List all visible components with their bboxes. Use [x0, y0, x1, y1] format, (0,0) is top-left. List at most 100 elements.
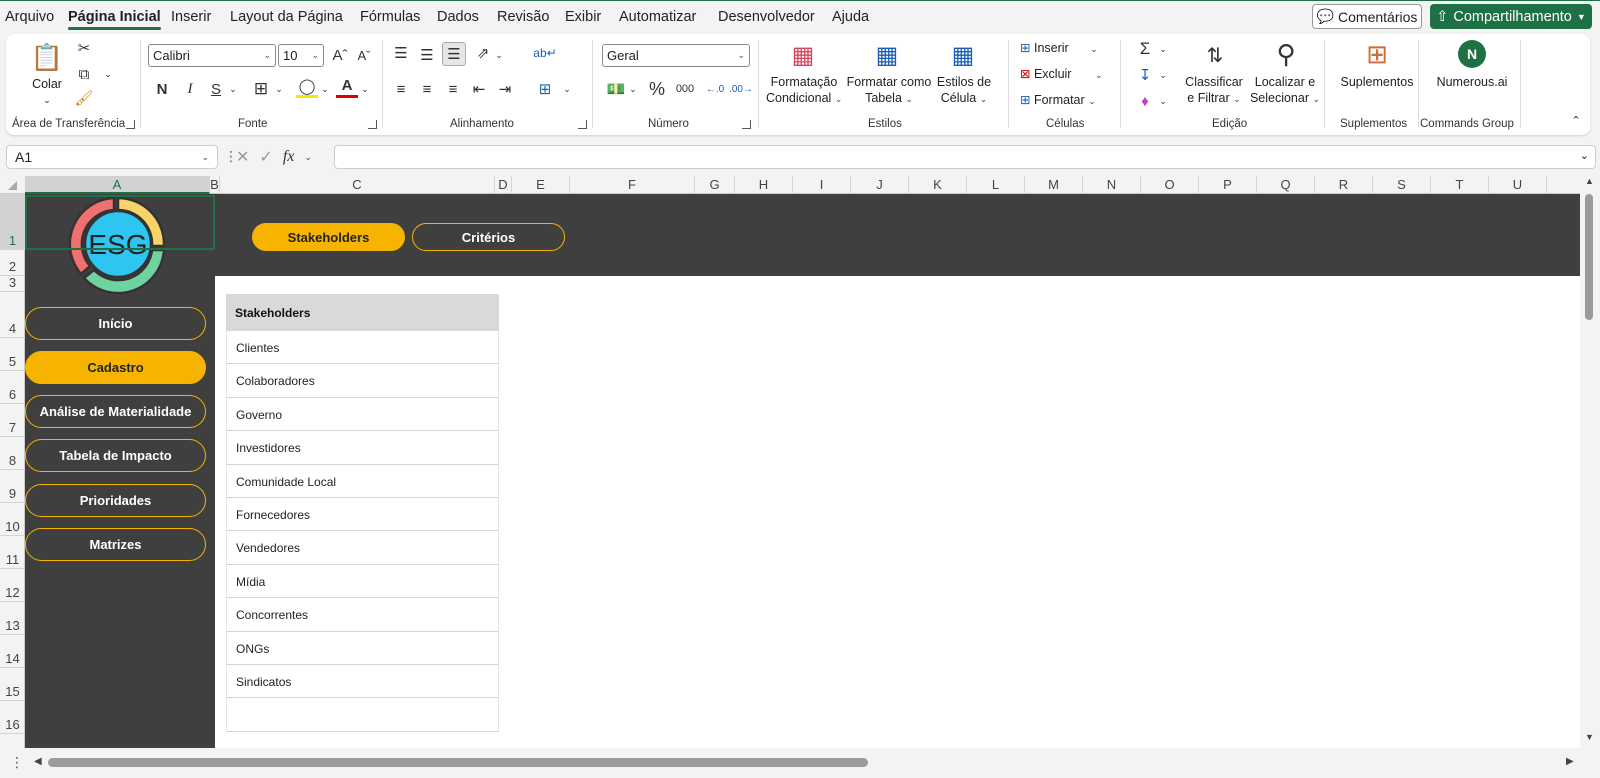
thousands-separator-button[interactable]: 000 [672, 78, 698, 100]
scroll-left-icon[interactable]: ◀ [34, 756, 42, 767]
row-header-2[interactable]: 2 [0, 250, 25, 276]
table-row[interactable]: Comunidade Local [226, 464, 499, 498]
chevron-down-icon[interactable]: ⌄ [320, 78, 330, 100]
font-color-icon[interactable]: A [336, 76, 358, 98]
format-cells-button[interactable]: ⊞ Formatar ⌄ [1020, 92, 1096, 109]
formula-input[interactable]: ⌄ [334, 145, 1596, 169]
row-header-8[interactable]: 8 [0, 437, 25, 470]
dialog-launcher-icon[interactable] [126, 120, 135, 129]
delete-cells-button[interactable]: ⊠ Excluir ⌄ [1020, 66, 1103, 83]
numerous-ai-icon[interactable]: N [1458, 40, 1486, 68]
find-select-button[interactable]: Localizar e Selecionar ⌄ [1246, 74, 1324, 107]
format-as-table-icon[interactable]: ▦ [872, 40, 902, 70]
align-center-icon[interactable]: ≡ [416, 78, 438, 100]
table-row[interactable]: Vendedores [226, 531, 499, 565]
addins-icon[interactable]: ⊞ [1361, 38, 1393, 70]
chevron-down-icon[interactable]: ⌄ [228, 78, 238, 100]
row-header-7[interactable]: 7 [0, 404, 25, 437]
row-header-11[interactable]: 11 [0, 536, 25, 569]
column-header-a[interactable]: A [25, 176, 210, 194]
underline-button[interactable]: S [206, 78, 226, 100]
table-row[interactable]: Mídia [226, 564, 499, 599]
decrease-decimal-icon[interactable]: .00→ [729, 78, 753, 100]
dialog-launcher-icon[interactable] [742, 120, 751, 129]
column-header-j[interactable]: J [851, 176, 909, 194]
font-size-select[interactable]: 10 ⌄ [278, 44, 324, 67]
row-header-16[interactable]: 16 [0, 701, 25, 734]
nav-button-1[interactable]: Cadastro [25, 351, 206, 384]
conditional-formatting-button[interactable]: Formatação Condicional ⌄ [766, 74, 842, 107]
sort-filter-icon[interactable]: ⇅ [1198, 38, 1232, 72]
column-header-u[interactable]: U [1489, 176, 1547, 194]
menu-exibir[interactable]: Exibir [565, 9, 601, 25]
addins-button[interactable]: Suplementos [1334, 74, 1420, 90]
decrease-indent-icon[interactable]: ⇤ [468, 78, 490, 100]
row-header-13[interactable]: 13 [0, 602, 25, 635]
format-painter-icon[interactable]: 🖌 [74, 88, 94, 108]
merge-center-icon[interactable]: ⊞ [534, 78, 556, 100]
copy-icon[interactable]: ⧉ [74, 64, 94, 84]
cell-styles-icon[interactable]: ▦ [948, 40, 978, 70]
sort-filter-button[interactable]: Classificar e Filtrar ⌄ [1182, 74, 1246, 107]
column-header-t[interactable]: T [1431, 176, 1489, 194]
menu-layout-pagina[interactable]: Layout da Página [230, 9, 343, 25]
enter-icon[interactable]: ✓ [259, 147, 272, 167]
column-header-r[interactable]: R [1315, 176, 1373, 194]
column-header-g[interactable]: G [695, 176, 735, 194]
nav-button-4[interactable]: Prioridades [25, 484, 206, 517]
fill-icon[interactable]: ↧ [1134, 64, 1156, 86]
row-header-5[interactable]: 5 [0, 338, 25, 371]
cut-icon[interactable]: ✂ [74, 38, 94, 58]
column-header-p[interactable]: P [1199, 176, 1257, 194]
menu-dados[interactable]: Dados [437, 9, 479, 25]
row-header-10[interactable]: 10 [0, 503, 25, 536]
scroll-up-icon[interactable]: ▲ [1585, 176, 1594, 186]
table-row[interactable]: Concorrentes [226, 598, 499, 632]
column-header-h[interactable]: H [735, 176, 793, 194]
horizontal-scroll-thumb[interactable] [48, 758, 868, 767]
nav-button-2[interactable]: Análise de Materialidade [25, 395, 206, 428]
column-header-k[interactable]: K [909, 176, 967, 194]
align-right-icon[interactable]: ≡ [442, 78, 464, 100]
vertical-scroll-thumb[interactable] [1585, 194, 1593, 320]
collapse-ribbon-icon[interactable]: ⌃ [1568, 112, 1584, 128]
align-left-icon[interactable]: ≡ [390, 78, 412, 100]
column-header-i[interactable]: I [793, 176, 851, 194]
column-header-n[interactable]: N [1083, 176, 1141, 194]
clear-icon[interactable]: ♦ [1134, 90, 1156, 112]
chevron-down-icon[interactable]: ⌄ [1158, 64, 1168, 86]
column-header-o[interactable]: O [1141, 176, 1199, 194]
expand-formula-icon[interactable]: ⌄ [1580, 149, 1589, 162]
table-row[interactable]: Clientes [226, 331, 499, 365]
conditional-formatting-icon[interactable]: ▦ [788, 40, 818, 70]
increase-decimal-icon[interactable]: ←.0 [704, 78, 726, 100]
number-format-select[interactable]: Geral ⌄ [602, 44, 750, 67]
row-header-15[interactable]: 15 [0, 668, 25, 701]
tab-criterios[interactable]: Critérios [412, 223, 565, 251]
chevron-down-icon[interactable]: ⌄ [1158, 90, 1168, 112]
percent-button[interactable]: % [646, 78, 668, 100]
numerous-ai-button[interactable]: Numerous.ai [1426, 74, 1518, 90]
chevron-down-icon[interactable]: ⌄ [42, 92, 52, 108]
row-header-9[interactable]: 9 [0, 470, 25, 503]
find-select-icon[interactable]: ⚲ [1268, 36, 1304, 72]
row-header-12[interactable]: 12 [0, 569, 25, 602]
menu-arquivo[interactable]: Arquivo [5, 9, 54, 25]
scroll-right-icon[interactable]: ▶ [1566, 756, 1574, 767]
chevron-down-icon[interactable]: ⌄ [494, 44, 504, 66]
chevron-down-icon[interactable]: ⌄ [274, 78, 284, 100]
tab-stakeholders[interactable]: Stakeholders [252, 223, 405, 251]
menu-inserir[interactable]: Inserir [171, 9, 211, 25]
name-box[interactable]: A1 ⌄ [6, 145, 218, 169]
cancel-icon[interactable]: ✕ [236, 147, 249, 167]
menu-pagina-inicial[interactable]: Página Inicial [68, 9, 161, 30]
sheet-options-icon[interactable]: ⋮ [10, 754, 24, 771]
column-header-s[interactable]: S [1373, 176, 1431, 194]
italic-button[interactable]: I [180, 78, 200, 100]
column-header-q[interactable]: Q [1257, 176, 1315, 194]
chevron-down-icon[interactable]: ⌄ [562, 78, 572, 100]
menu-ajuda[interactable]: Ajuda [832, 9, 869, 25]
table-row[interactable]: Sindicatos [226, 664, 499, 699]
chevron-down-icon[interactable]: ⌄ [360, 78, 370, 100]
row-header-6[interactable]: 6 [0, 371, 25, 404]
